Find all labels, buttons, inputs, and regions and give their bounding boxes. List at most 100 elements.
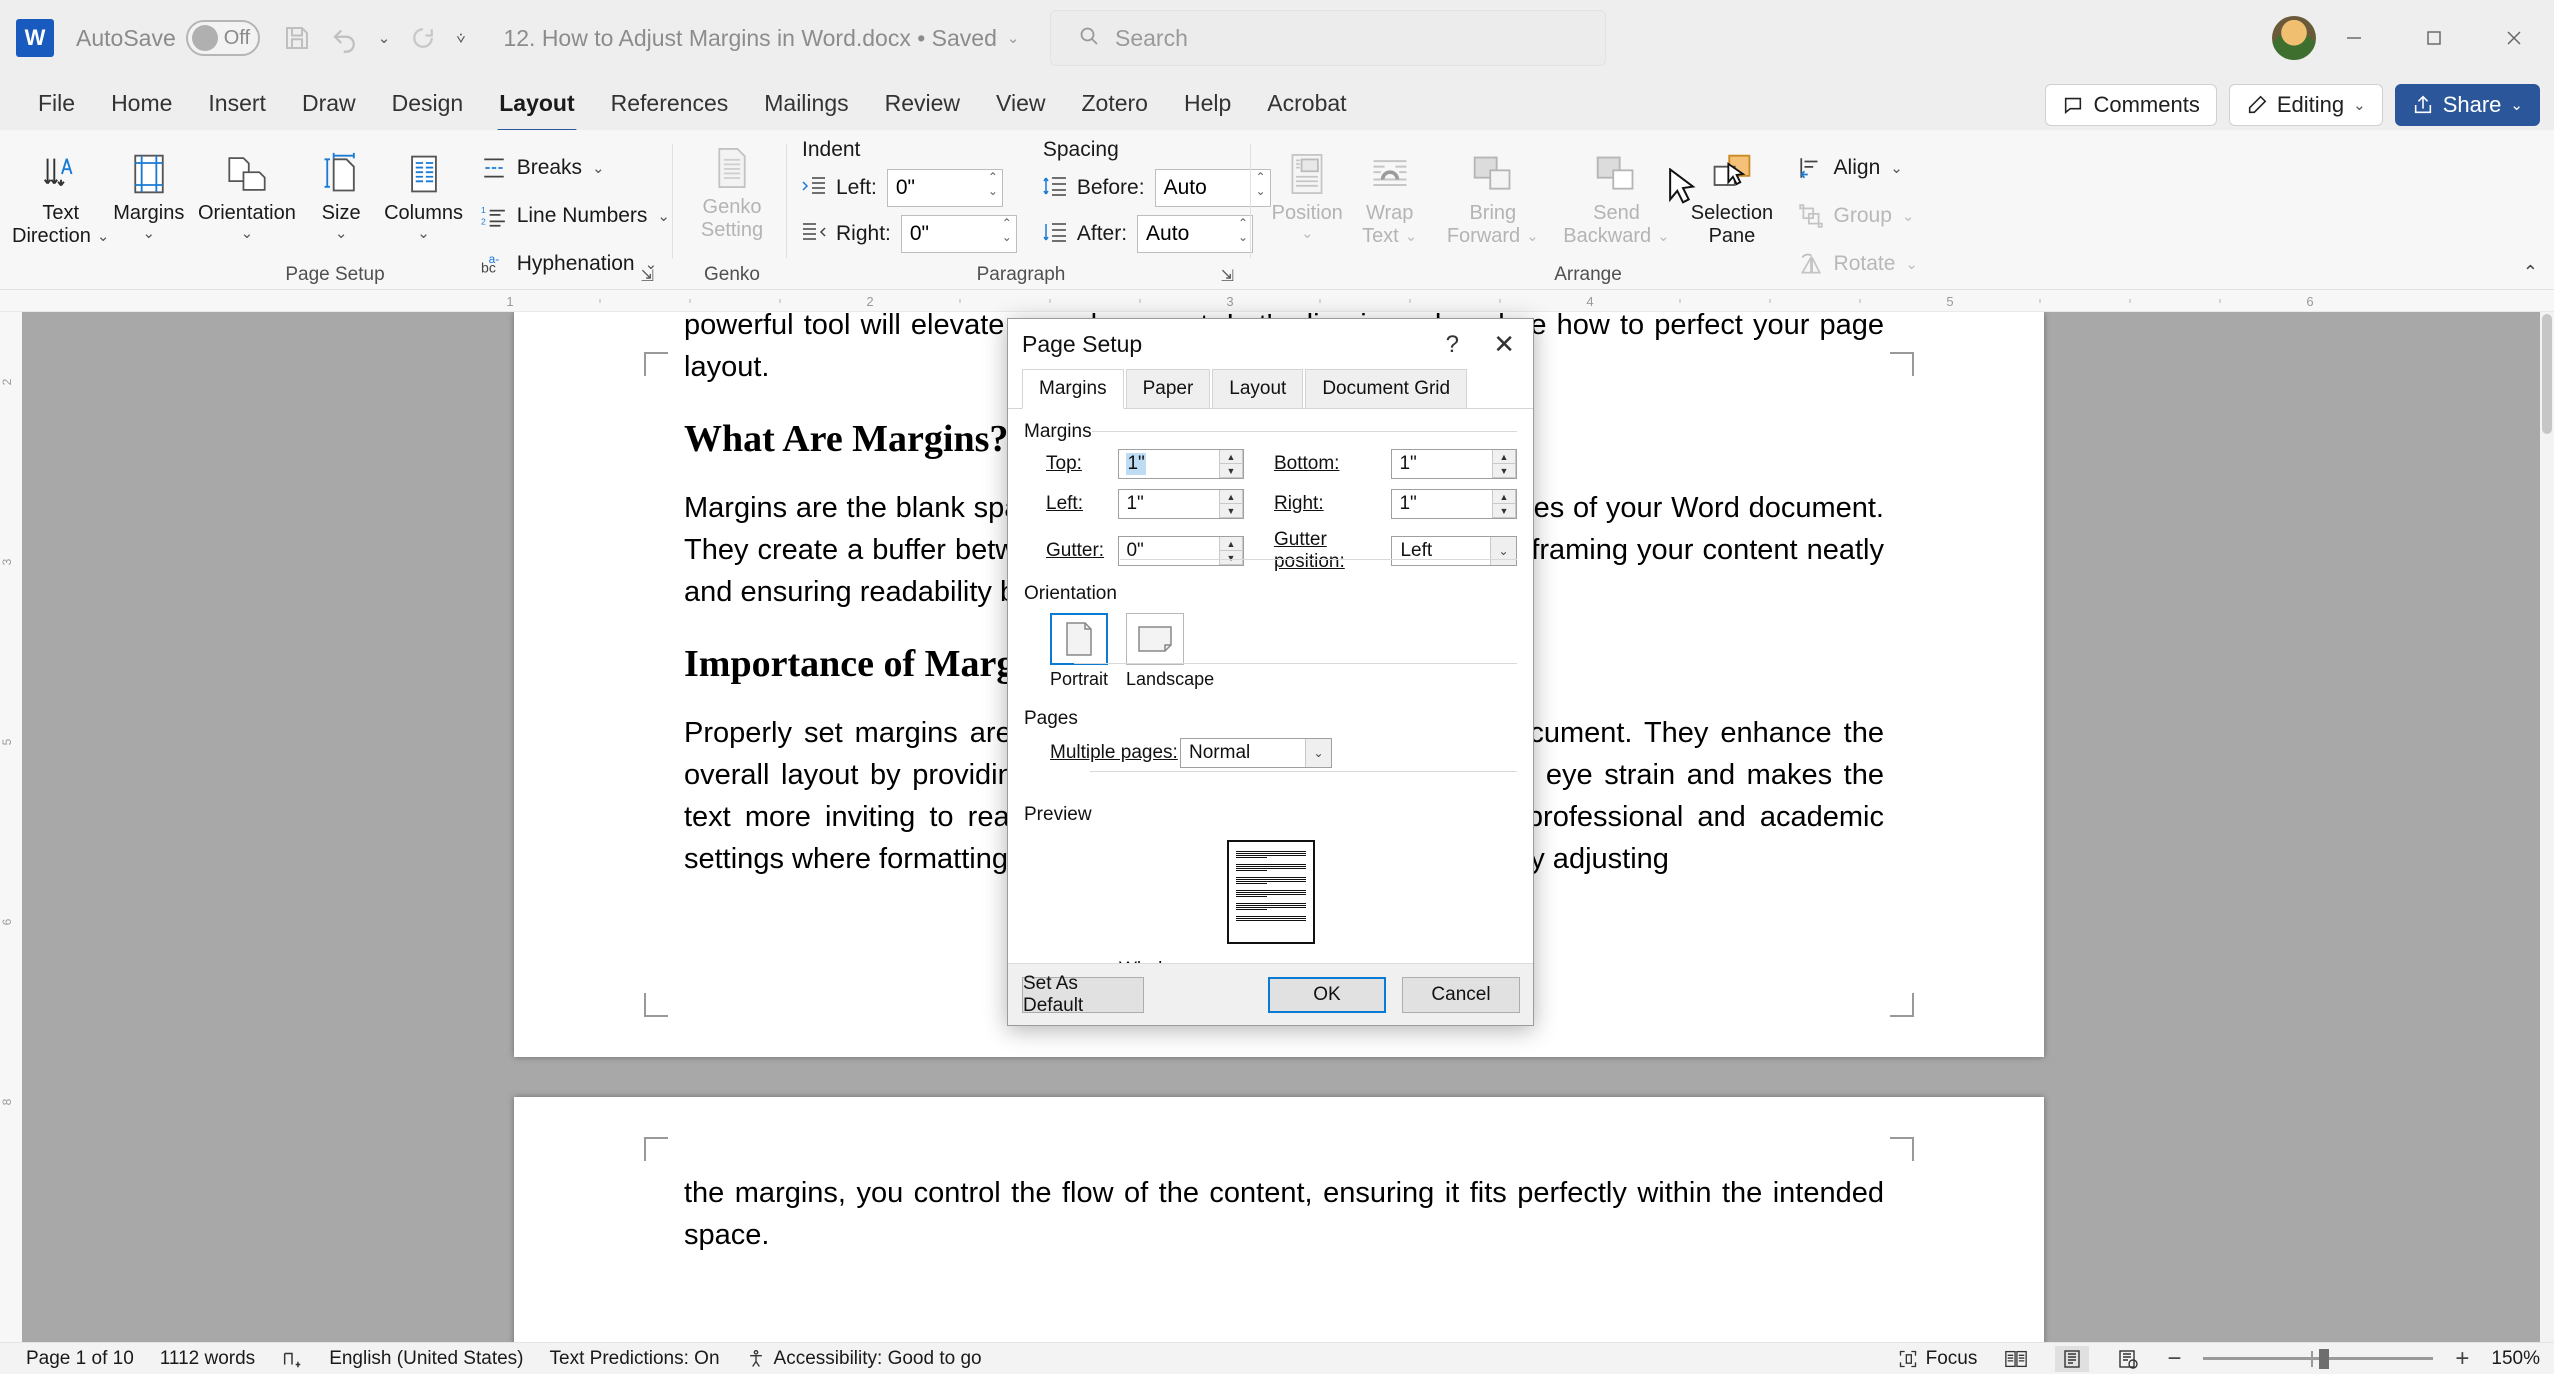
set-as-default-button[interactable]: Set As Default (1022, 973, 1144, 1016)
margin-left-input[interactable]: 1" ▲ ▼ (1118, 489, 1244, 519)
chevron-down-icon[interactable]: ⌄ (241, 225, 254, 242)
tab-zotero[interactable]: Zotero (1063, 84, 1165, 123)
zoom-level-label[interactable]: 150% (2491, 1348, 2540, 1370)
tab-mailings[interactable]: Mailings (746, 84, 866, 123)
margins-button[interactable]: Margins ⌄ (110, 136, 189, 242)
send-backward-button[interactable]: Send Backward ⌄ (1555, 136, 1679, 248)
language-status[interactable]: English (United States) (329, 1348, 523, 1370)
spacing-after-spinner[interactable]: ⌃ ⌄ (1238, 217, 1248, 243)
close-button[interactable] (2474, 0, 2554, 76)
zoom-slider[interactable] (2203, 1349, 2434, 1369)
tab-references[interactable]: References (593, 84, 747, 123)
ok-button[interactable]: OK (1268, 976, 1386, 1013)
autosave-toggle[interactable]: Off (185, 20, 260, 56)
spacing-after-input[interactable]: Auto ⌃ ⌄ (1137, 215, 1254, 253)
tab-review[interactable]: Review (867, 84, 978, 123)
wrap-text-button[interactable]: Wrap Text ⌄ (1348, 136, 1430, 248)
dialog-help-icon[interactable]: ? (1446, 331, 1459, 359)
multiple-pages-select[interactable]: Normal ⌄ (1180, 738, 1332, 768)
indent-right-input[interactable]: 0" ⌃ ⌄ (900, 215, 1017, 253)
gutter-spinner[interactable]: ▲ ▼ (1218, 537, 1243, 565)
vertical-ruler[interactable]: 2 3 5 6 8 (0, 312, 22, 1342)
redo-icon[interactable] (408, 23, 438, 53)
editing-mode-button[interactable]: Editing ⌄ (2228, 84, 2383, 126)
scrollbar-thumb[interactable] (2542, 314, 2552, 434)
margin-bottom-input[interactable]: 1" ▲ ▼ (1391, 449, 1517, 479)
group-button[interactable]: Group ⌄ (1798, 196, 1918, 236)
title-dropdown-icon[interactable]: ⌄ (1007, 29, 1020, 47)
chevron-down-icon[interactable]: ⌄ (1902, 207, 1915, 225)
chevron-down-icon[interactable]: ⌄ (2353, 96, 2366, 114)
genko-setting-button[interactable]: Genko Setting (682, 130, 782, 242)
dialog-tab-layout[interactable]: Layout (1212, 369, 1304, 408)
share-chevron-icon[interactable]: ⌄ (2510, 96, 2523, 114)
dialog-close-icon[interactable]: ✕ (1493, 329, 1515, 360)
tab-help[interactable]: Help (1166, 84, 1249, 123)
chevron-down-icon[interactable]: ⌄ (1405, 228, 1418, 245)
page-setup-dialog-launcher[interactable]: ⇲ (641, 266, 654, 286)
tab-design[interactable]: Design (374, 84, 482, 123)
margin-left-spinner[interactable]: ▲ ▼ (1218, 490, 1243, 518)
text-direction-button[interactable]: Text Direction ⌄ (12, 136, 110, 248)
chevron-down-icon[interactable]: ⌄ (142, 225, 155, 242)
chevron-down-icon[interactable]: ⌄ (1305, 739, 1331, 767)
dialog-tab-margins[interactable]: Margins (1022, 369, 1124, 409)
zoom-slider-handle[interactable] (2319, 1349, 2330, 1369)
size-button[interactable]: Size ⌄ (306, 136, 377, 242)
search-box[interactable]: Search (1050, 10, 1606, 66)
customize-qat-icon[interactable]: ⩒ (456, 30, 465, 47)
page-setup-dialog[interactable]: Page Setup ? ✕ Margins Paper Layout Docu… (1007, 318, 1534, 1026)
paragraph-page2[interactable]: the margins, you control the flow of the… (684, 1172, 1884, 1256)
margin-right-input[interactable]: 1" ▲ ▼ (1391, 489, 1517, 519)
chevron-down-icon[interactable]: ⌄ (1301, 225, 1314, 242)
indent-right-spinner[interactable]: ⌃ ⌄ (1002, 217, 1012, 243)
align-button[interactable]: Align ⌄ (1798, 148, 1918, 188)
chevron-down-icon[interactable]: ⌄ (657, 207, 670, 225)
chevron-down-icon[interactable]: ⌄ (97, 228, 110, 245)
undo-dropdown-icon[interactable]: ⌄ (378, 29, 391, 47)
page-number-status[interactable]: Page 1 of 10 (26, 1348, 134, 1370)
orientation-portrait-option[interactable]: Portrait (1050, 613, 1108, 690)
maximize-button[interactable] (2394, 0, 2474, 76)
vertical-scrollbar[interactable] (2540, 312, 2554, 1342)
breaks-button[interactable]: Breaks ⌄ (481, 148, 670, 188)
focus-button[interactable]: Focus (1898, 1348, 1977, 1370)
dialog-tab-paper[interactable]: Paper (1125, 369, 1211, 408)
indent-left-input[interactable]: 0" ⌃ ⌄ (886, 169, 1003, 207)
landscape-tile[interactable] (1126, 613, 1185, 665)
orientation-landscape-option[interactable]: Landscape (1126, 613, 1214, 690)
margin-top-spinner[interactable]: ▲ ▼ (1218, 450, 1243, 478)
orientation-button[interactable]: Orientation ⌄ (188, 136, 306, 242)
margin-right-spinner[interactable]: ▲ ▼ (1491, 490, 1516, 518)
gutter-input[interactable]: 0" ▲ ▼ (1118, 536, 1244, 566)
chevron-down-icon[interactable]: ⌄ (417, 225, 430, 242)
tab-view[interactable]: View (978, 84, 1063, 123)
chevron-down-icon[interactable]: ⌄ (1490, 537, 1516, 565)
dialog-tab-document-grid[interactable]: Document Grid (1305, 369, 1468, 408)
margin-top-input[interactable]: 1" ▲ ▼ (1118, 449, 1244, 479)
margin-bottom-spinner[interactable]: ▲ ▼ (1491, 450, 1516, 478)
print-layout-icon[interactable] (2055, 1345, 2090, 1372)
proofing-errors-icon[interactable] (281, 1348, 303, 1370)
accessibility-status[interactable]: Accessibility: Good to go (746, 1348, 982, 1370)
tab-file[interactable]: File (20, 84, 93, 123)
chevron-down-icon[interactable]: ⌄ (1526, 228, 1539, 245)
portrait-tile[interactable] (1050, 613, 1108, 665)
save-icon[interactable] (282, 23, 312, 53)
heading-importance-of-margins[interactable]: Importance of Margins (684, 642, 1062, 686)
line-numbers-button[interactable]: 1 2 Line Numbers ⌄ (481, 196, 670, 236)
chevron-down-icon[interactable]: ⌄ (335, 225, 348, 242)
read-mode-icon[interactable] (1999, 1346, 2033, 1372)
chevron-down-icon[interactable]: ⌄ (1905, 255, 1918, 273)
paragraph-dialog-launcher[interactable]: ⇲ (1221, 266, 1234, 286)
share-button[interactable]: Share ⌄ (2394, 84, 2540, 126)
chevron-down-icon[interactable]: ⌄ (592, 159, 605, 177)
gutter-position-select[interactable]: Left ⌄ (1391, 536, 1517, 566)
minimize-button[interactable] (2314, 0, 2394, 76)
position-button[interactable]: Position ⌄ (1266, 136, 1348, 242)
tab-home[interactable]: Home (93, 84, 190, 123)
horizontal-ruler[interactable]: 1 2 3 4 5 6 (0, 290, 2554, 312)
bring-forward-button[interactable]: Bring Forward ⌄ (1431, 136, 1555, 248)
word-count-status[interactable]: 1112 words (160, 1348, 255, 1370)
tab-draw[interactable]: Draw (284, 84, 374, 123)
